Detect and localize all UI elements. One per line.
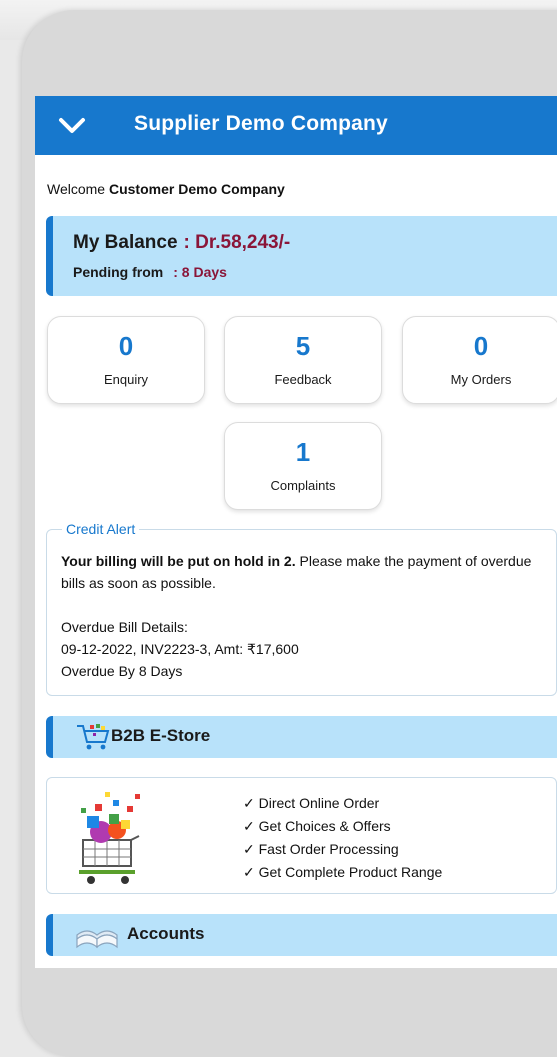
- stat-count: 0: [473, 331, 489, 361]
- overdue-days-line: Overdue By 8 Days: [61, 663, 183, 679]
- stat-count: 5: [295, 331, 311, 361]
- credit-alert-box: Credit Alert Your billing will be put on…: [46, 521, 557, 696]
- stat-card-enquiry[interactable]: 0 Enquiry: [47, 316, 205, 404]
- pending-value: : 8 Days: [173, 264, 227, 280]
- estore-feature: Fast Order Processing: [243, 838, 442, 861]
- shopping-cart-icon: [77, 724, 110, 750]
- stat-count: 0: [118, 331, 134, 361]
- estore-feature: Direct Online Order: [243, 792, 442, 815]
- estore-features-list: Direct Online Order Get Choices & Offers…: [243, 792, 443, 884]
- supplier-title: Supplier Demo Company: [134, 112, 388, 135]
- chevron-down-icon[interactable]: [57, 111, 87, 141]
- stat-label: Enquiry: [103, 372, 149, 387]
- estore-title: B2B E-Store: [111, 726, 211, 745]
- app-header: Supplier Demo Company: [35, 96, 557, 155]
- stat-label: My Orders: [450, 372, 512, 387]
- balance-label: My Balance: [73, 232, 178, 253]
- shopping-cart-illustration-icon: [79, 792, 140, 884]
- accounts-section-header[interactable]: Accounts: [46, 914, 557, 956]
- pending-row: Pending from : 8 Days: [73, 264, 227, 280]
- stat-card-my-orders[interactable]: 0 My Orders: [402, 316, 557, 404]
- welcome-text: Welcome Customer Demo Company: [47, 181, 285, 197]
- balance-value: : Dr.58,243/-: [183, 232, 291, 253]
- credit-alert-legend: Credit Alert: [62, 521, 140, 537]
- credit-alert-bold: Your billing will be put on hold in 2.: [61, 553, 296, 569]
- estore-feature: Get Complete Product Range: [243, 861, 443, 884]
- stat-label: Feedback: [274, 372, 332, 387]
- pending-label: Pending from: [73, 264, 164, 280]
- open-book-icon: [76, 930, 118, 949]
- stat-count: 1: [295, 437, 311, 467]
- customer-name: Customer Demo Company: [108, 181, 285, 197]
- accounts-title: Accounts: [127, 924, 205, 943]
- overdue-details-heading: Overdue Bill Details:: [61, 619, 188, 635]
- stat-card-feedback[interactable]: 5 Feedback: [224, 316, 382, 404]
- estore-card[interactable]: Direct Online Order Get Choices & Offers…: [46, 777, 557, 894]
- balance-card[interactable]: My Balance: Dr.58,243/- Pending from : 8 …: [46, 216, 557, 296]
- app-screen: Supplier Demo Company Welcome Customer D…: [35, 96, 557, 968]
- stat-card-complaints[interactable]: 1 Complaints: [224, 422, 382, 510]
- credit-alert-text: Your billing will be put on hold in 2. P…: [61, 550, 551, 682]
- estore-feature: Get Choices & Offers: [243, 815, 442, 838]
- welcome-prefix: Welcome: [47, 181, 106, 197]
- overdue-bill-line: 09-12-2022, INV2223-3, Amt: ₹17,600: [61, 641, 299, 657]
- stat-label: Complaints: [270, 478, 336, 493]
- estore-section-header[interactable]: B2B E-Store: [46, 716, 557, 758]
- balance-row: My Balance: Dr.58,243/-: [73, 232, 290, 254]
